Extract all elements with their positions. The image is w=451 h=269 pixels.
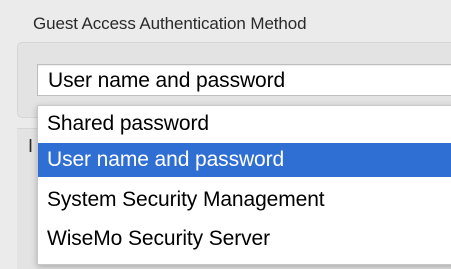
dropdown-option-user-name-and-password[interactable]: User name and password (38, 143, 451, 177)
partial-label: I (28, 136, 34, 156)
dropdown-option-wisemo-security-server[interactable]: WiseMo Security Server (38, 222, 451, 256)
settings-panel: Guest Access Authentication Method I Use… (0, 0, 451, 269)
dropdown-list: Shared password User name and password S… (37, 105, 451, 265)
authentication-method-select[interactable]: User name and password (37, 64, 451, 96)
dropdown-option-system-security-management[interactable]: System Security Management (38, 183, 451, 217)
section-title: Guest Access Authentication Method (33, 14, 307, 33)
dropdown-option-shared-password[interactable]: Shared password (38, 107, 451, 141)
select-value: User name and password (48, 69, 286, 92)
